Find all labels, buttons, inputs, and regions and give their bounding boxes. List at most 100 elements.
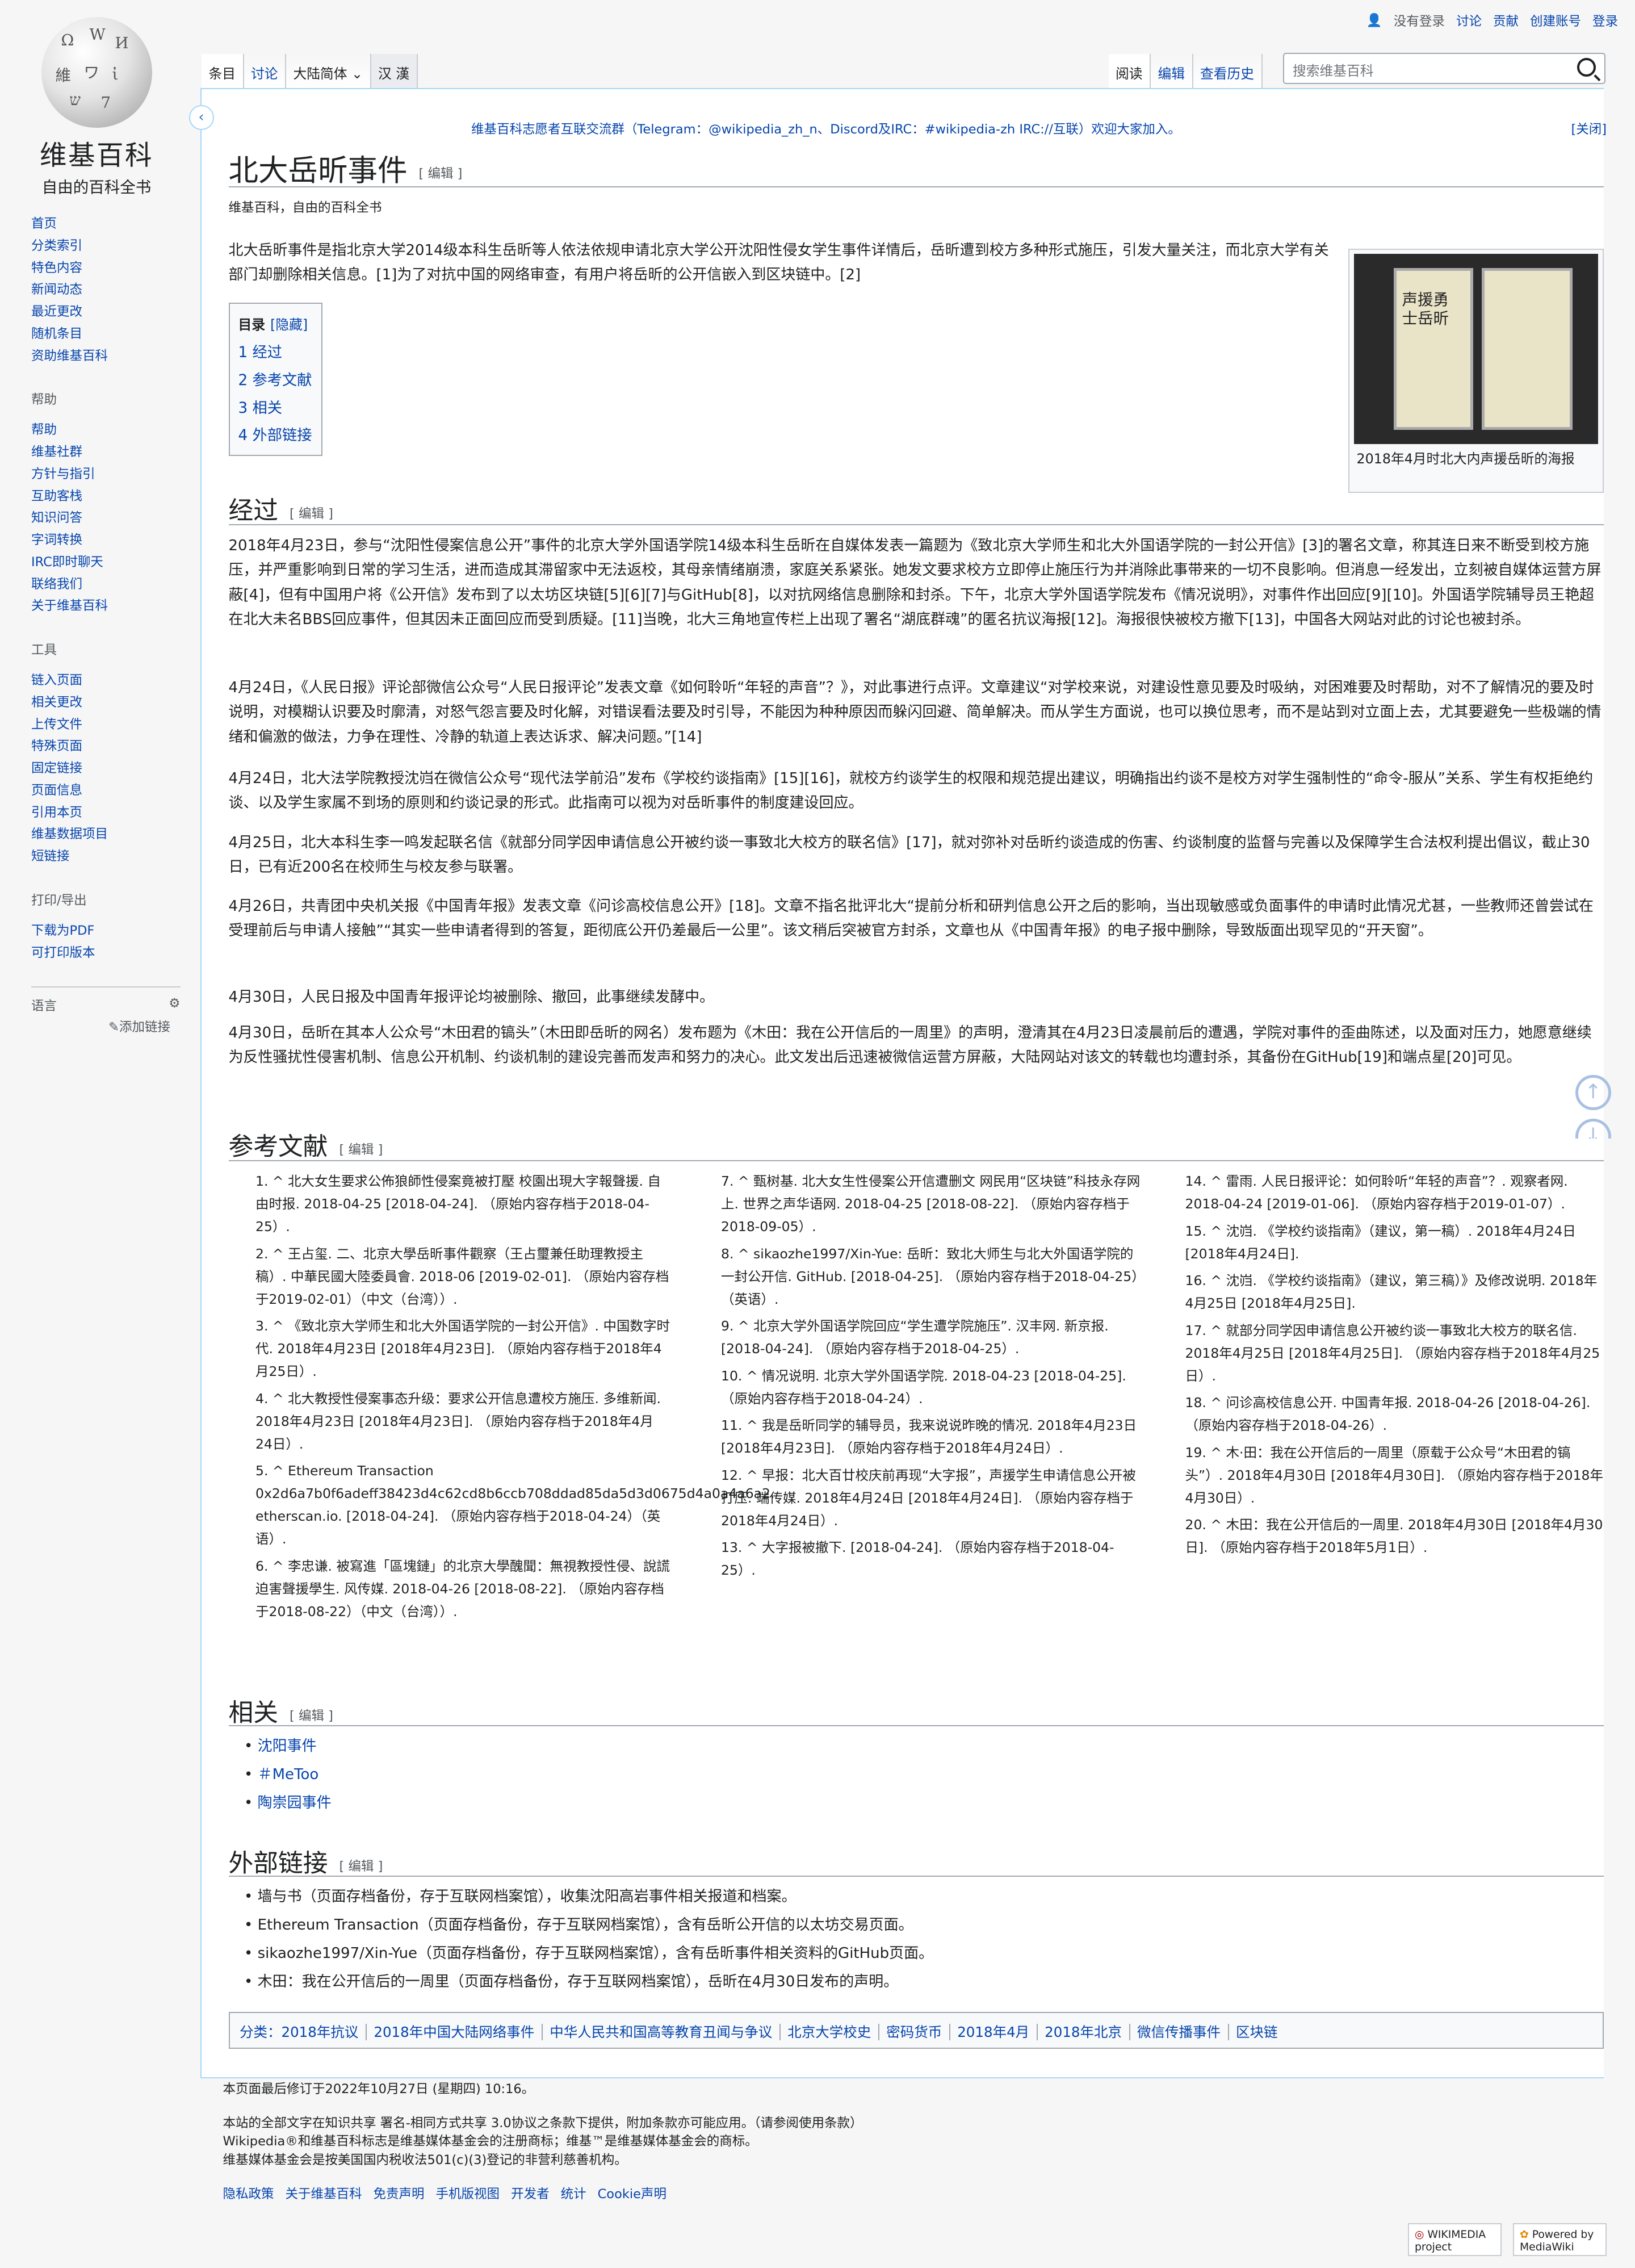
sidebar-item[interactable]: 帮助 xyxy=(31,419,190,441)
tab-talk[interactable]: 讨论 xyxy=(244,54,287,88)
reference-item[interactable]: 19. ^ 木·田：我在公开信后的一周里（原载于公众号“木田君的镐头”）. 20… xyxy=(1185,1441,1605,1509)
category-link[interactable]: 中华人民共和国高等教育丑闻与争议 xyxy=(550,2024,772,2040)
reference-item[interactable]: 8. ^ sikaozhe1997/Xin-Yue: 岳昕：致北大师生与北大外国… xyxy=(721,1242,1141,1311)
article-image[interactable]: 声援勇士岳昕 2018年4月时北大内声援岳昕的海报 xyxy=(1348,248,1604,493)
gear-icon[interactable]: ⚙ xyxy=(169,996,180,1014)
sidebar-item[interactable]: 上传文件 xyxy=(31,714,190,736)
sidebar-item[interactable]: 分类索引 xyxy=(31,235,190,257)
category-link[interactable]: 区块链 xyxy=(1236,2024,1278,2040)
list-item[interactable]: • ＃MeToo xyxy=(244,1760,332,1789)
add-links-button[interactable]: ✎添加链接 xyxy=(31,1017,170,1035)
reference-item[interactable]: 18. ^ 问诊高校信息公开. 中国青年报. 2018-04-26 [2018-… xyxy=(1185,1391,1605,1437)
reference-item[interactable]: 20. ^ 木田：我在公开信后的一周里. 2018年4月30日 [2018年4月… xyxy=(1185,1513,1605,1559)
category-link[interactable]: 密码货币 xyxy=(886,2024,942,2040)
login-link[interactable]: 登录 xyxy=(1592,11,1618,30)
categories-label[interactable]: 分类： xyxy=(240,2024,282,2040)
sidebar-item[interactable]: 可打印版本 xyxy=(31,942,190,964)
reference-item[interactable]: 12. ^ 早报：北大百廿校庆前再现“大字报”，声援学生申请信息公开被打压. 端… xyxy=(721,1464,1141,1532)
reference-item[interactable]: 2. ^ 王占玺. 二、北京大學岳昕事件觀察（王占璽兼任助理教授主稿）. 中華民… xyxy=(255,1242,670,1311)
category-link[interactable]: 北京大学校史 xyxy=(787,2024,871,2040)
section-edit-link[interactable]: [ 编辑 ] xyxy=(290,1709,333,1723)
sidebar-item[interactable]: 新闻动态 xyxy=(31,279,190,301)
sidebar-item[interactable]: 最近更改 xyxy=(31,301,190,323)
sidebar-item[interactable]: 特色内容 xyxy=(31,257,190,279)
sidebar-item[interactable]: 关于维基百科 xyxy=(31,595,190,617)
category-link[interactable]: 2018年中国大陆网络事件 xyxy=(374,2024,534,2040)
sidebar-item[interactable]: 引用本页 xyxy=(31,802,190,824)
notice-close-button[interactable]: [关闭] xyxy=(1571,119,1607,137)
toc-item[interactable]: 3 相关 xyxy=(238,395,313,422)
reference-item[interactable]: 16. ^ 沈岿. 《学校约谈指南》（建议，第三稿）》及修改说明. 2018年4… xyxy=(1185,1269,1605,1315)
collapse-sidebar-button[interactable]: ‹ xyxy=(188,105,214,130)
footer-link[interactable]: 统计 xyxy=(561,2185,586,2204)
reference-item[interactable]: 11. ^ 我是岳昕同学的辅导员，我来说说昨晚的情况. 2018年4月23日 [… xyxy=(721,1414,1141,1459)
reference-item[interactable]: 4. ^ 北大教授性侵案事态升级：要求公开信息遭校方施压. 多维新闻. 2018… xyxy=(255,1387,670,1455)
list-item[interactable]: • sikaozhe1997/Xin-Yue（页面存档备份，存于互联网档案馆），… xyxy=(244,1939,933,1968)
sidebar-item[interactable]: 页面信息 xyxy=(31,780,190,802)
reference-item[interactable]: 7. ^ 甄树基. 北大女生性侵案公开信遭删文 网民用“区块链”科技永存网上. … xyxy=(721,1170,1141,1238)
sidebar-item[interactable]: 随机条目 xyxy=(31,323,190,345)
footer-link[interactable]: 免责声明 xyxy=(374,2185,425,2204)
footer-link[interactable]: 开发者 xyxy=(511,2185,550,2204)
tab-history[interactable]: 查看历史 xyxy=(1193,54,1263,88)
reference-item[interactable]: 1. ^ 北大女生要求公佈狼師性侵案竟被打壓 校園出現大字報聲援. 自由时报. … xyxy=(255,1170,670,1238)
section-edit-link[interactable]: [ 编辑 ] xyxy=(339,1859,383,1874)
sidebar-item[interactable]: 字词转换 xyxy=(31,529,190,551)
category-link[interactable]: 2018年4月 xyxy=(957,2024,1029,2040)
footer-link[interactable]: 隐私政策 xyxy=(223,2185,274,2204)
list-item[interactable]: • 沈阳事件 xyxy=(244,1732,332,1760)
sidebar-item[interactable]: 维基社群 xyxy=(31,441,190,463)
sidebar-item[interactable]: 下载为PDF xyxy=(31,920,190,942)
sidebar-item[interactable]: 链入页面 xyxy=(31,669,190,692)
search-input[interactable]: 搜索维基百科 xyxy=(1283,52,1605,84)
reference-item[interactable]: 3. ^ 《致北京大学师生和北大外国语学院的一封公开信》. 中国数字时代. 20… xyxy=(255,1315,670,1383)
sidebar-item[interactable]: 特殊页面 xyxy=(31,735,190,758)
site-logo[interactable]: ΩWИ 維ワἰ ש7 维基百科 自由的百科全书 xyxy=(31,17,162,197)
sidebar-item[interactable]: 方针与指引 xyxy=(31,463,190,486)
reference-item[interactable]: 13. ^ 大字报被撤下. [2018-04-24]. （原始内容存档于2018… xyxy=(721,1536,1141,1581)
category-link[interactable]: 2018年北京 xyxy=(1045,2024,1122,2040)
contributions-link[interactable]: 贡献 xyxy=(1493,11,1519,30)
list-item[interactable]: • 木田：我在公开信后的一周里（页面存档备份，存于互联网档案馆），岳昕在4月30… xyxy=(244,1968,933,1996)
title-edit-link[interactable]: [ 编辑 ] xyxy=(419,166,463,181)
toc-item[interactable]: 4 外部链接 xyxy=(238,422,313,450)
reference-item[interactable]: 15. ^ 沈岿. 《学校约谈指南》（建议，第一稿）. 2018年4月24日 [… xyxy=(1185,1220,1605,1265)
tab-edit[interactable]: 编辑 xyxy=(1151,54,1193,88)
footer-link[interactable]: Cookie声明 xyxy=(598,2185,666,2204)
sidebar-item[interactable]: 资助维基百科 xyxy=(31,345,190,367)
footer-link[interactable]: 关于维基百科 xyxy=(286,2185,362,2204)
section-edit-link[interactable]: [ 编辑 ] xyxy=(290,507,333,521)
mediawiki-badge[interactable]: ✿ Powered by MediaWiki xyxy=(1513,2223,1607,2256)
script-toggle[interactable]: 汉 漢 xyxy=(371,54,418,88)
toc-hide-button[interactable]: [隐藏] xyxy=(270,317,308,333)
list-item[interactable]: • Ethereum Transaction（页面存档备份，存于互联网档案馆），… xyxy=(244,1911,933,1939)
create-account-link[interactable]: 创建账号 xyxy=(1530,11,1581,30)
talk-link[interactable]: 讨论 xyxy=(1456,11,1482,30)
reference-item[interactable]: 17. ^ 就部分同学因申请信息公开被约谈一事致北大校方的联名信. 2018年4… xyxy=(1185,1319,1605,1387)
site-notice[interactable]: 维基百科志愿者互联交流群（Telegram：@wikipedia_zh_n、Di… xyxy=(471,119,1181,137)
sidebar-item[interactable]: 相关更改 xyxy=(31,692,190,714)
sidebar-item[interactable]: 短链接 xyxy=(31,846,190,868)
list-item[interactable]: • 墙与书（页面存档备份，存于互联网档案馆），收集沈阳高岩事件相关报道和档案。 xyxy=(244,1882,933,1911)
variant-dropdown[interactable]: 大陆简体 ⌄ xyxy=(286,54,371,88)
sidebar-item[interactable]: 维基数据项目 xyxy=(31,823,190,846)
tab-article[interactable]: 条目 xyxy=(202,54,244,88)
reference-item[interactable]: 10. ^ 情况说明. 北京大学外国语学院. 2018-04-23 [2018-… xyxy=(721,1365,1141,1410)
footer-link[interactable]: 手机版视图 xyxy=(436,2185,500,2204)
list-item[interactable]: • 陶崇园事件 xyxy=(244,1789,332,1817)
reference-item[interactable]: 5. ^ Ethereum Transaction 0x2d6a7b0f6ade… xyxy=(255,1459,774,1550)
toc-item[interactable]: 1 经过 xyxy=(238,339,313,367)
reference-item[interactable]: 14. ^ 雷雨. 人民日报评论：如何聆听“年轻的声音”？. 观察者网. 201… xyxy=(1185,1170,1605,1215)
sidebar-item[interactable]: IRC即时聊天 xyxy=(31,551,190,574)
wikimedia-badge[interactable]: ◎ WIKIMEDIA project xyxy=(1408,2223,1502,2256)
category-link[interactable]: 微信传播事件 xyxy=(1137,2024,1221,2040)
reference-item[interactable]: 9. ^ 北京大学外国语学院回应“学生遭学院施压”. 汉丰网. 新京报. [20… xyxy=(721,1315,1141,1360)
sidebar-item[interactable]: 联络我们 xyxy=(31,574,190,596)
section-edit-link[interactable]: [ 编辑 ] xyxy=(339,1143,383,1157)
search-icon[interactable] xyxy=(1577,58,1596,77)
category-link[interactable]: 2018年抗议 xyxy=(282,2024,359,2040)
reference-item[interactable]: 6. ^ 李忠谦. 被寫進「區塊鏈」的北京大學醜聞：無視教授性侵、說謊迫害聲援學… xyxy=(255,1555,670,1623)
toc-item[interactable]: 2 参考文献 xyxy=(238,367,313,395)
sidebar-item[interactable]: 首页 xyxy=(31,213,190,235)
sidebar-item[interactable]: 固定链接 xyxy=(31,758,190,780)
